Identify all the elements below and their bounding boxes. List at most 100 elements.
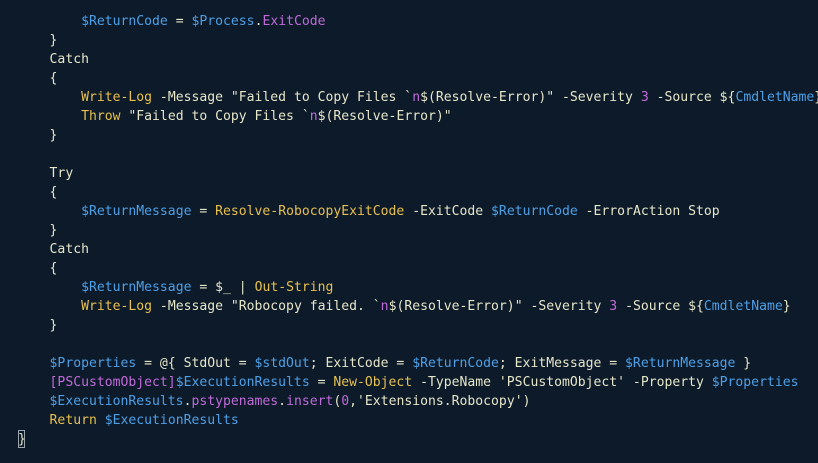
token-variable: ReturnCode	[88, 14, 168, 29]
token-default: }	[735, 356, 752, 371]
token-default: }	[49, 223, 58, 238]
token-default: {	[49, 261, 58, 276]
token-default: {	[49, 185, 58, 200]
code-line	[18, 145, 818, 164]
token-default: Catch	[49, 52, 89, 67]
token-default: -ErrorAction Stop	[577, 204, 720, 219]
code-line: Write-Log -Message "Failed to Copy Files…	[18, 88, 818, 107]
bracket-match-highlight	[18, 430, 25, 448]
token-default: -Source ${	[648, 90, 736, 105]
code-line: $ReturnMessage = Resolve-RobocopyExitCod…	[18, 202, 818, 221]
token-default: = @{ StdOut =	[136, 356, 255, 371]
token-variable: CmdletName	[703, 299, 783, 314]
token-default: |	[230, 280, 255, 295]
token-default: ; ExitCode =	[309, 356, 413, 371]
token-default: =	[191, 280, 216, 295]
code-editor[interactable]: $ReturnCode = $Process.ExitCode } Catch …	[0, 0, 818, 463]
token-command: Resolve-RobocopyExitCode	[215, 204, 405, 219]
token-default: ; ExitMessage =	[498, 356, 626, 371]
code-line: }	[18, 221, 818, 240]
token-variable: $ReturnMessage	[625, 356, 736, 371]
token-default: -Message "Robocopy failed. `	[152, 299, 381, 314]
token-property: pstypenames	[191, 394, 279, 409]
token-variable: $Properties	[49, 356, 137, 371]
token-default	[97, 413, 105, 428]
code-line: $ExecutionResults.pstypenames.insert(0,'…	[18, 392, 818, 411]
token-number: 0	[341, 394, 350, 409]
token-default: -ExitCode	[404, 204, 492, 219]
token-default: {	[49, 71, 58, 86]
token-variable: CmdletName	[735, 90, 815, 105]
token-default: $(Resolve-Error)"	[317, 109, 452, 124]
token-default: $(Resolve-Error)" -Severity	[420, 90, 641, 105]
token-variable: $ExecutionResults	[104, 413, 239, 428]
code-line: Return $ExecutionResults	[18, 411, 818, 430]
token-command: Return	[49, 413, 97, 428]
token-default: }	[782, 299, 791, 314]
code-line: {	[18, 69, 818, 88]
token-default: Catch	[49, 242, 89, 257]
token-command: Out-String	[254, 280, 334, 295]
token-property: ExitCode	[262, 14, 326, 29]
code-line: [PSCustomObject]$ExecutionResults = New-…	[18, 373, 818, 392]
token-default: =	[309, 375, 334, 390]
token-type: [PSCustomObject]	[49, 375, 176, 390]
token-property: n	[380, 299, 389, 314]
code-line: Try	[18, 164, 818, 183]
code-line: {	[18, 183, 818, 202]
token-default: }	[49, 33, 58, 48]
code-line: Throw "Failed to Copy Files `n$(Resolve-…	[18, 107, 818, 126]
token-command: Write-Log	[81, 90, 153, 105]
token-default: Try	[49, 166, 74, 181]
token-variable: $ExecutionResults	[175, 375, 310, 390]
code-line: }	[18, 316, 818, 335]
token-number: 3	[609, 299, 618, 314]
token-command: Throw	[81, 109, 121, 124]
code-line: }	[18, 430, 818, 449]
token-command: Write-Log	[81, 299, 153, 314]
code-line: Catch	[18, 240, 818, 259]
token-variable: $Properties	[711, 375, 799, 390]
token-variable: $ReturnCode	[412, 356, 499, 371]
token-default: -Source ${	[617, 299, 704, 314]
token-default: ,'Extensions.Robocopy')	[349, 394, 531, 409]
token-default: =	[167, 14, 192, 29]
token-default: "Failed to Copy Files `	[120, 109, 310, 124]
code-line: $ReturnMessage = $_ | Out-String	[18, 278, 818, 297]
token-default: -Message "Failed to Copy Files `	[152, 90, 413, 105]
token-variable: $ReturnMessage	[81, 280, 192, 295]
token-default: $(Resolve-Error)" -Severity	[388, 299, 610, 314]
token-property: insert	[286, 394, 334, 409]
token-property: n	[309, 109, 318, 124]
code-line: }	[18, 126, 818, 145]
code-line: Write-Log -Message "Robocopy failed. `n$…	[18, 297, 818, 316]
token-variable: $ReturnCode	[491, 204, 578, 219]
token-variable: $ExecutionResults	[49, 394, 184, 409]
code-line: }	[18, 31, 818, 50]
token-property: n	[412, 90, 421, 105]
code-line: Catch	[18, 50, 818, 69]
code-area[interactable]: $ReturnCode = $Process.ExitCode } Catch …	[18, 12, 818, 449]
